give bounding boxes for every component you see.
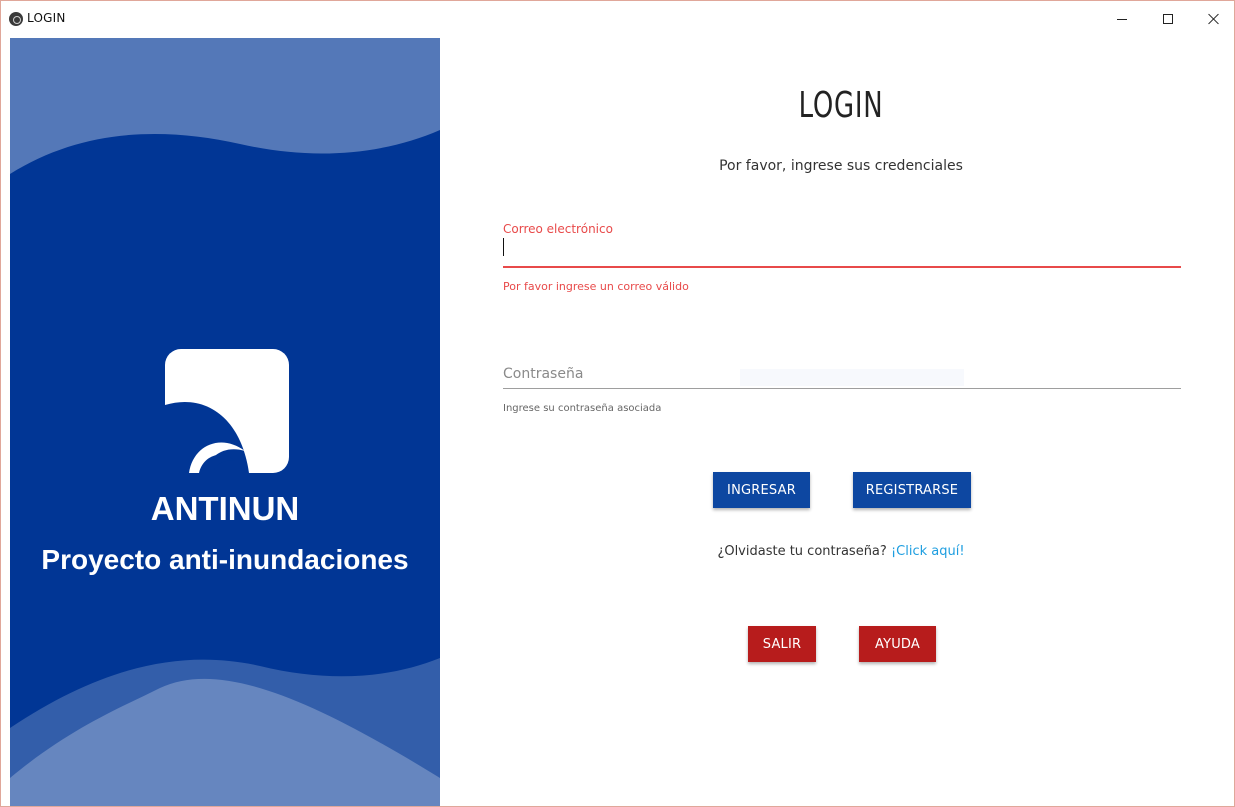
- brand-subtitle: Proyecto anti-inundaciones: [41, 544, 409, 575]
- autofill-overlay: [740, 369, 964, 386]
- login-window: LOGIN ANTINUN Proyecto anti-inundaciones…: [0, 0, 1235, 807]
- brand-name: ANTINUN: [150, 490, 300, 527]
- password-hint: Ingrese su contraseña asociada: [503, 403, 662, 414]
- email-field-container: Correo electrónico: [503, 222, 1181, 272]
- email-input[interactable]: [503, 238, 1181, 268]
- antinun-logo: [165, 349, 289, 473]
- exit-button[interactable]: SALIR: [748, 626, 816, 662]
- window-title: LOGIN: [27, 11, 66, 25]
- forgot-password-link[interactable]: ¡Click aquí!: [891, 544, 965, 559]
- brand-panel: ANTINUN Proyecto anti-inundaciones: [10, 38, 440, 806]
- forgot-password-text: ¿Olvidaste tu contraseña?: [717, 544, 887, 559]
- forgot-password-row: ¿Olvidaste tu contraseña? ¡Click aquí!: [601, 544, 1081, 559]
- register-button[interactable]: REGISTRARSE: [853, 472, 971, 508]
- email-error-message: Por favor ingrese un correo válido: [503, 280, 689, 293]
- minimize-button[interactable]: [1099, 1, 1145, 37]
- text-caret: [503, 238, 504, 256]
- login-button[interactable]: INGRESAR: [713, 472, 810, 508]
- help-button[interactable]: AYUDA: [859, 626, 936, 662]
- maximize-icon: [1163, 14, 1173, 24]
- minimize-icon: [1117, 18, 1127, 20]
- page-title: LOGIN: [798, 85, 884, 126]
- title-bar: LOGIN: [1, 1, 1234, 37]
- maximize-button[interactable]: [1145, 1, 1191, 37]
- app-icon: [9, 12, 23, 26]
- page-subtitle: Por favor, ingrese sus credenciales: [719, 158, 963, 174]
- close-button[interactable]: [1191, 1, 1234, 37]
- close-icon: [1208, 13, 1220, 25]
- email-label: Correo electrónico: [503, 222, 613, 236]
